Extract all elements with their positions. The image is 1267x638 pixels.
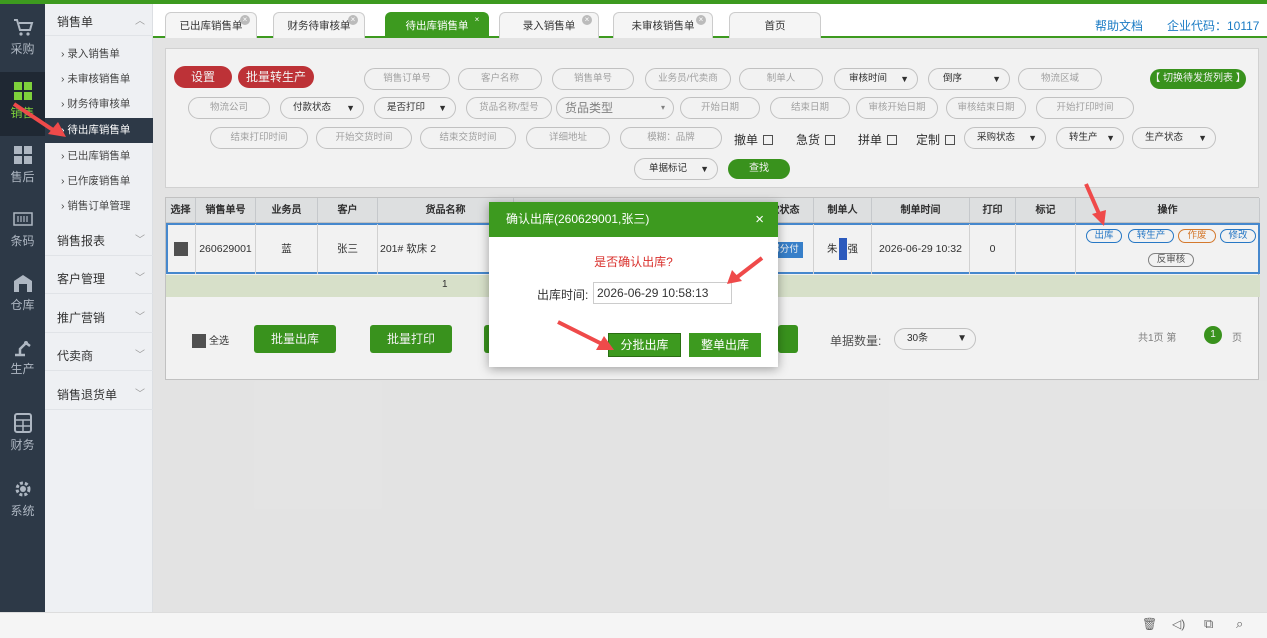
sub-menu: 销售单 ︿ › 录入销售单 › 未审核销售单 › 财务待审核单 › 待出库销售单 … xyxy=(45,4,153,612)
chevron-down-icon: ﹀ xyxy=(135,312,145,323)
submenu-group-return[interactable]: 销售退货单 ﹀ xyxy=(45,380,153,410)
nav-aftersale[interactable]: 售后 xyxy=(0,136,45,200)
close-icon[interactable]: × xyxy=(240,15,250,25)
nav-label: 条码 xyxy=(10,234,35,248)
warehouse-icon xyxy=(13,275,32,292)
trash-icon[interactable]: 🗑 xyxy=(1142,617,1157,631)
close-icon[interactable]: × xyxy=(472,15,482,25)
nav-label: 销售 xyxy=(10,106,35,120)
tab-shipped[interactable]: 已出库销售单 × xyxy=(165,12,257,38)
close-icon[interactable]: × xyxy=(755,202,764,237)
nav-barcode[interactable]: 条码 xyxy=(0,200,45,264)
barcode-icon xyxy=(12,212,33,226)
chevron-down-icon: ﹀ xyxy=(135,235,145,246)
submenu-group-report[interactable]: 销售报表 ﹀ xyxy=(45,226,153,256)
tab-home[interactable]: 首页 xyxy=(729,12,821,38)
dialog-title: 确认出库(260629001,张三) xyxy=(506,212,650,226)
ship-time-label: 出库时间: xyxy=(537,288,589,302)
nav-label: 系统 xyxy=(10,504,35,518)
nav-sales[interactable]: 销售 xyxy=(0,72,45,136)
group-label: 销售报表 xyxy=(57,234,106,248)
group-label: 客户管理 xyxy=(57,272,106,286)
submenu-item-pending-out[interactable]: › 待出库销售单 xyxy=(45,118,153,143)
nav-label: 生产 xyxy=(10,362,35,376)
confirm-ship-dialog: 确认出库(260629001,张三) × 是否确认出库? 出库时间: 2026-… xyxy=(489,202,778,367)
whole-ship-button[interactable]: 整单出库 xyxy=(689,333,761,357)
close-icon[interactable]: × xyxy=(348,15,358,25)
nav-production[interactable]: 生产 xyxy=(0,328,45,392)
chevron-up-icon: ︿ xyxy=(135,16,145,27)
ship-time-input[interactable]: 2026-06-29 10:58:13 xyxy=(593,282,732,304)
nav-purchase[interactable]: 采购 xyxy=(0,8,45,72)
submenu-item-order-mgmt[interactable]: › 销售订单管理 xyxy=(45,194,153,219)
group-label: 推广营销 xyxy=(57,311,106,325)
gear-icon xyxy=(15,481,30,497)
status-bar: 🗑 ◁) ⧉ ⌕ xyxy=(0,612,1267,638)
cart-icon xyxy=(13,19,33,36)
close-icon[interactable]: × xyxy=(582,15,592,25)
tab-label: 录入销售单 xyxy=(522,20,576,32)
grid-icon xyxy=(13,146,32,164)
tab-entry[interactable]: 录入销售单 × xyxy=(499,12,599,38)
submenu-title-text: 销售单 xyxy=(57,15,94,29)
nav-label: 采购 xyxy=(10,42,35,56)
nav-warehouse[interactable]: 仓库 xyxy=(0,264,45,328)
chevron-down-icon: ﹀ xyxy=(135,273,145,284)
group-label: 代卖商 xyxy=(57,349,94,363)
left-nav: 采购 销售 售后 条码 仓库 生产 财务 系统 xyxy=(0,4,45,612)
help-link[interactable]: 帮助文档 xyxy=(1095,17,1143,34)
chevron-down-icon: ﹀ xyxy=(135,350,145,361)
nav-system[interactable]: 系统 xyxy=(0,470,45,534)
chevron-down-icon: ﹀ xyxy=(135,389,145,400)
grid-icon xyxy=(13,82,32,100)
submenu-item-voided[interactable]: › 已作废销售单 xyxy=(45,169,153,194)
tab-finance-audit[interactable]: 财务待审核单 × xyxy=(273,12,365,38)
tab-bar: 已出库销售单 × 财务待审核单 × 待出库销售单 × 录入销售单 × 未审核销售单 × 首… xyxy=(153,4,1267,38)
tab-pending-out[interactable]: 待出库销售单 × xyxy=(385,12,489,38)
tab-label: 已出库销售单 xyxy=(179,20,243,32)
search-icon[interactable]: ⌕ xyxy=(1236,616,1243,632)
tab-label: 待出库销售单 xyxy=(405,20,469,32)
submenu-item-unaudited[interactable]: › 未审核销售单 xyxy=(45,67,153,92)
tab-label: 未审核销售单 xyxy=(631,20,695,32)
submenu-item-shipped[interactable]: › 已出库销售单 xyxy=(45,144,153,169)
submenu-title[interactable]: 销售单 ︿ xyxy=(45,8,153,36)
submenu-group-agent[interactable]: 代卖商 ﹀ xyxy=(45,341,153,371)
submenu-group-promo[interactable]: 推广营销 ﹀ xyxy=(45,303,153,333)
submenu-item-entry[interactable]: › 录入销售单 xyxy=(45,42,153,67)
dialog-header: 确认出库(260629001,张三) × xyxy=(489,202,778,237)
nav-label: 售后 xyxy=(10,170,35,184)
tab-label: 财务待审核单 xyxy=(287,20,351,32)
calculator-icon xyxy=(13,413,32,433)
volume-icon[interactable]: ◁) xyxy=(1172,617,1185,631)
company-code: 企业代码：10117 xyxy=(1167,19,1260,33)
close-icon[interactable]: × xyxy=(696,15,706,25)
nav-label: 财务 xyxy=(10,438,35,452)
window-icon[interactable]: ⧉ xyxy=(1204,616,1213,632)
submenu-group-customer[interactable]: 客户管理 ﹀ xyxy=(45,264,153,294)
nav-label: 仓库 xyxy=(10,298,35,312)
nav-finance[interactable]: 财务 xyxy=(0,404,45,468)
tab-unaudited[interactable]: 未审核销售单 × xyxy=(613,12,713,38)
group-label: 销售退货单 xyxy=(57,388,118,402)
batch-ship-button[interactable]: 分批出库 xyxy=(608,333,681,357)
submenu-item-finance-audit[interactable]: › 财务待审核单 xyxy=(45,92,153,117)
robot-arm-icon xyxy=(14,341,31,357)
dialog-question: 是否确认出库? xyxy=(594,255,673,269)
